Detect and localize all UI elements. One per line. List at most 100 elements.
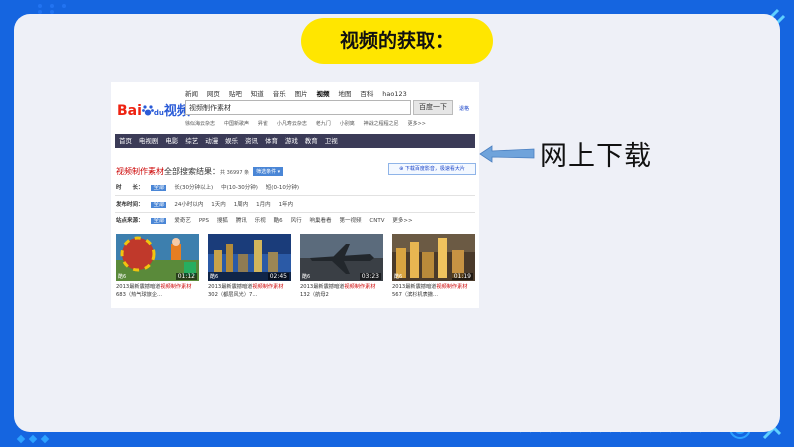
video-thumbnail[interactable]: 酷6 01:12 <box>116 234 199 281</box>
divider <box>115 195 475 196</box>
paw-icon <box>142 105 154 116</box>
filter-label: 站点来源： <box>116 218 144 224</box>
baidu-video-screenshot: 新闻 网页 贴吧 知道 音乐 图片 视频 地图 百科 hao123 Bai du 视… <box>111 82 479 308</box>
filter-duration: 时 长： 全部 长(30分钟以上) 中(10-30分钟) 短(0-10分钟) <box>116 182 305 193</box>
download-player-button[interactable]: ⊕ 下载百度影音，极速看大片 <box>388 163 476 175</box>
filter-option[interactable]: 酷6 <box>274 218 283 224</box>
video-thumbnail[interactable]: 酷6 02:45 <box>208 234 291 281</box>
search-input[interactable]: 视频制作素材 <box>185 100 411 115</box>
filter-option[interactable]: 1周内 <box>234 202 249 208</box>
filter-option[interactable]: 风行 <box>291 218 302 224</box>
filter-option[interactable]: 更多>> <box>392 218 412 224</box>
slide-title: 视频的获取： <box>301 18 493 64</box>
nav-item-video[interactable]: 视频 <box>317 90 330 98</box>
filter-option[interactable]: 乐视 <box>255 218 266 224</box>
caption-text: 2013最新震撼暗道 <box>116 284 161 290</box>
filter-option[interactable]: 长(30分钟以上) <box>174 185 213 191</box>
caption-highlight: 视频制作素材 <box>436 284 468 290</box>
nav-item[interactable]: 地图 <box>338 90 351 98</box>
hot-word[interactable]: 中国新歌声 <box>224 121 249 127</box>
filter-publish-time: 发布时间： 全部 24小时以内 1天内 1周内 1月内 1年内 <box>116 199 299 210</box>
filter-option[interactable]: CNTV <box>369 218 384 224</box>
hot-word[interactable]: 小凡寿云杂志 <box>277 121 307 127</box>
advanced-link[interactable]: 退格 <box>459 105 469 112</box>
category-tab[interactable]: 资讯 <box>245 137 258 145</box>
nav-item[interactable]: hao123 <box>382 90 407 98</box>
category-tab[interactable]: 首页 <box>119 137 132 145</box>
video-caption[interactable]: 2013最新震撼暗道视频制作素材 683（热气球旅企... <box>116 284 202 299</box>
search-button[interactable]: 百度一下 <box>413 100 453 115</box>
filter-option[interactable]: 腾讯 <box>236 218 247 224</box>
video-caption[interactable]: 2013最新震撼暗道视频制作素材 132（航母2 <box>300 284 386 299</box>
divider <box>115 212 475 213</box>
filter-option[interactable]: 短(0-10分钟) <box>266 185 299 191</box>
hot-word[interactable]: 神战之程程之尼 <box>364 121 399 127</box>
video-thumbnail[interactable]: 酷6 01:19 <box>392 234 475 281</box>
filter-option[interactable]: 1年内 <box>279 202 294 208</box>
filter-option[interactable]: PPS <box>199 218 209 224</box>
caption-text: 2013最新震撼暗道 <box>208 284 253 290</box>
nav-item[interactable]: 百科 <box>360 90 373 98</box>
caption-text: 683（热气球旅企... <box>116 291 162 298</box>
video-source: 酷6 <box>302 274 311 280</box>
category-tab[interactable]: 游戏 <box>285 137 298 145</box>
hot-word[interactable]: 老九门 <box>316 121 331 127</box>
video-caption[interactable]: 2013最新震撼暗道视频制作素材 302（都层风光）7... <box>208 284 294 299</box>
results-count: 共 36997 条 <box>220 170 250 176</box>
results-suffix: 全部搜索结果： <box>164 167 220 176</box>
nav-item[interactable]: 知道 <box>251 90 264 98</box>
caption-text: 2013最新震撼暗道 <box>392 284 437 290</box>
video-source: 酷6 <box>394 274 403 280</box>
results-summary: 视频制作素材全部搜索结果：共 36997 条筛选条件 ▾ <box>116 166 284 177</box>
video-caption[interactable]: 2013最新震撼暗道视频制作素材 567（滨杉机表撒... <box>392 284 478 299</box>
video-duration: 02:45 <box>267 273 289 280</box>
category-tab[interactable]: 动漫 <box>205 137 218 145</box>
caption-highlight: 视频制作素材 <box>252 284 284 290</box>
hot-word[interactable]: 徐似海云杂志 <box>185 121 215 127</box>
caption-text: 132（航母2 <box>300 291 329 298</box>
filter-option[interactable]: 中(10-30分钟) <box>221 185 258 191</box>
caption-highlight: 视频制作素材 <box>344 284 376 290</box>
filter-site-source: 站点来源： 全部 爱奇艺 PPS 搜狐 腾讯 乐视 酷6 风行 响巢看看 第一视… <box>116 215 419 226</box>
hot-word[interactable]: 小别离 <box>340 121 355 127</box>
hot-words: 徐似海云杂志 中国新歌声 昇雀 小凡寿云杂志 老九门 小别离 神战之程程之尼 更… <box>185 120 433 127</box>
video-source: 酷6 <box>210 274 219 280</box>
category-tab[interactable]: 电视剧 <box>139 137 159 145</box>
filter-option[interactable]: 1天内 <box>211 202 226 208</box>
video-thumbnail[interactable]: 酷6 03:23 <box>300 234 383 281</box>
nav-item[interactable]: 新闻 <box>185 90 198 98</box>
filter-option[interactable]: 全部 <box>151 202 167 208</box>
category-tab[interactable]: 卫视 <box>325 137 338 145</box>
category-tab[interactable]: 娱乐 <box>225 137 238 145</box>
hot-word[interactable]: 昇雀 <box>258 121 268 127</box>
filter-label: 时 长： <box>116 185 144 191</box>
results-query: 视频制作素材 <box>116 167 164 176</box>
category-bar: 首页 电视剧 电影 综艺 动漫 娱乐 资讯 体育 游戏 教育 卫视 <box>115 134 475 148</box>
caption-text: 2013最新震撼暗道 <box>300 284 345 290</box>
filter-option[interactable]: 搜狐 <box>217 218 228 224</box>
nav-item[interactable]: 音乐 <box>273 90 286 98</box>
nav-item[interactable]: 贴吧 <box>229 90 242 98</box>
filter-option[interactable]: 全部 <box>151 218 167 224</box>
nav-item[interactable]: 网页 <box>207 90 220 98</box>
category-tab[interactable]: 综艺 <box>185 137 198 145</box>
video-source: 酷6 <box>118 274 127 280</box>
caption-text: 567（滨杉机表撒... <box>392 291 438 298</box>
hot-word-more[interactable]: 更多>> <box>408 121 426 127</box>
category-tab[interactable]: 教育 <box>305 137 318 145</box>
filter-button[interactable]: 筛选条件 ▾ <box>253 167 284 176</box>
category-tab[interactable]: 体育 <box>265 137 278 145</box>
filter-option[interactable]: 爱奇艺 <box>174 218 191 224</box>
filter-option[interactable]: 响巢看看 <box>310 218 332 224</box>
caption-highlight: 视频制作素材 <box>160 284 192 290</box>
filter-option[interactable]: 全部 <box>151 185 167 191</box>
baidu-video-logo[interactable]: Bai du视频 <box>117 100 190 119</box>
logo-bai: Bai <box>117 103 142 119</box>
filter-option[interactable]: 第一视频 <box>339 218 361 224</box>
logo-du: du <box>153 109 164 117</box>
filter-option[interactable]: 1月内 <box>256 202 271 208</box>
filter-option[interactable]: 24小时以内 <box>174 202 203 208</box>
filter-label: 发布时间： <box>116 202 144 208</box>
category-tab[interactable]: 电影 <box>165 137 178 145</box>
nav-item[interactable]: 图片 <box>295 90 308 98</box>
